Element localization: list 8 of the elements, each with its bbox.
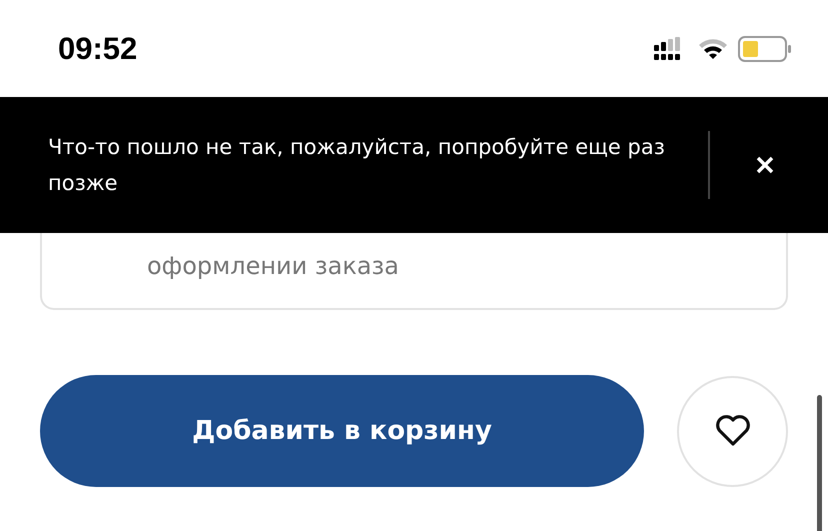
wifi-icon bbox=[698, 38, 728, 60]
info-text: оформлении заказа bbox=[147, 252, 399, 280]
battery-icon bbox=[738, 36, 792, 62]
close-icon bbox=[756, 156, 774, 174]
clock-time: 09:52 bbox=[58, 30, 138, 66]
add-to-cart-button[interactable]: Добавить в корзину bbox=[40, 375, 644, 487]
error-message: Что-то пошло не так, пожалуйста, попробуйте еще раз позже bbox=[48, 134, 666, 197]
heart-icon bbox=[714, 415, 750, 447]
